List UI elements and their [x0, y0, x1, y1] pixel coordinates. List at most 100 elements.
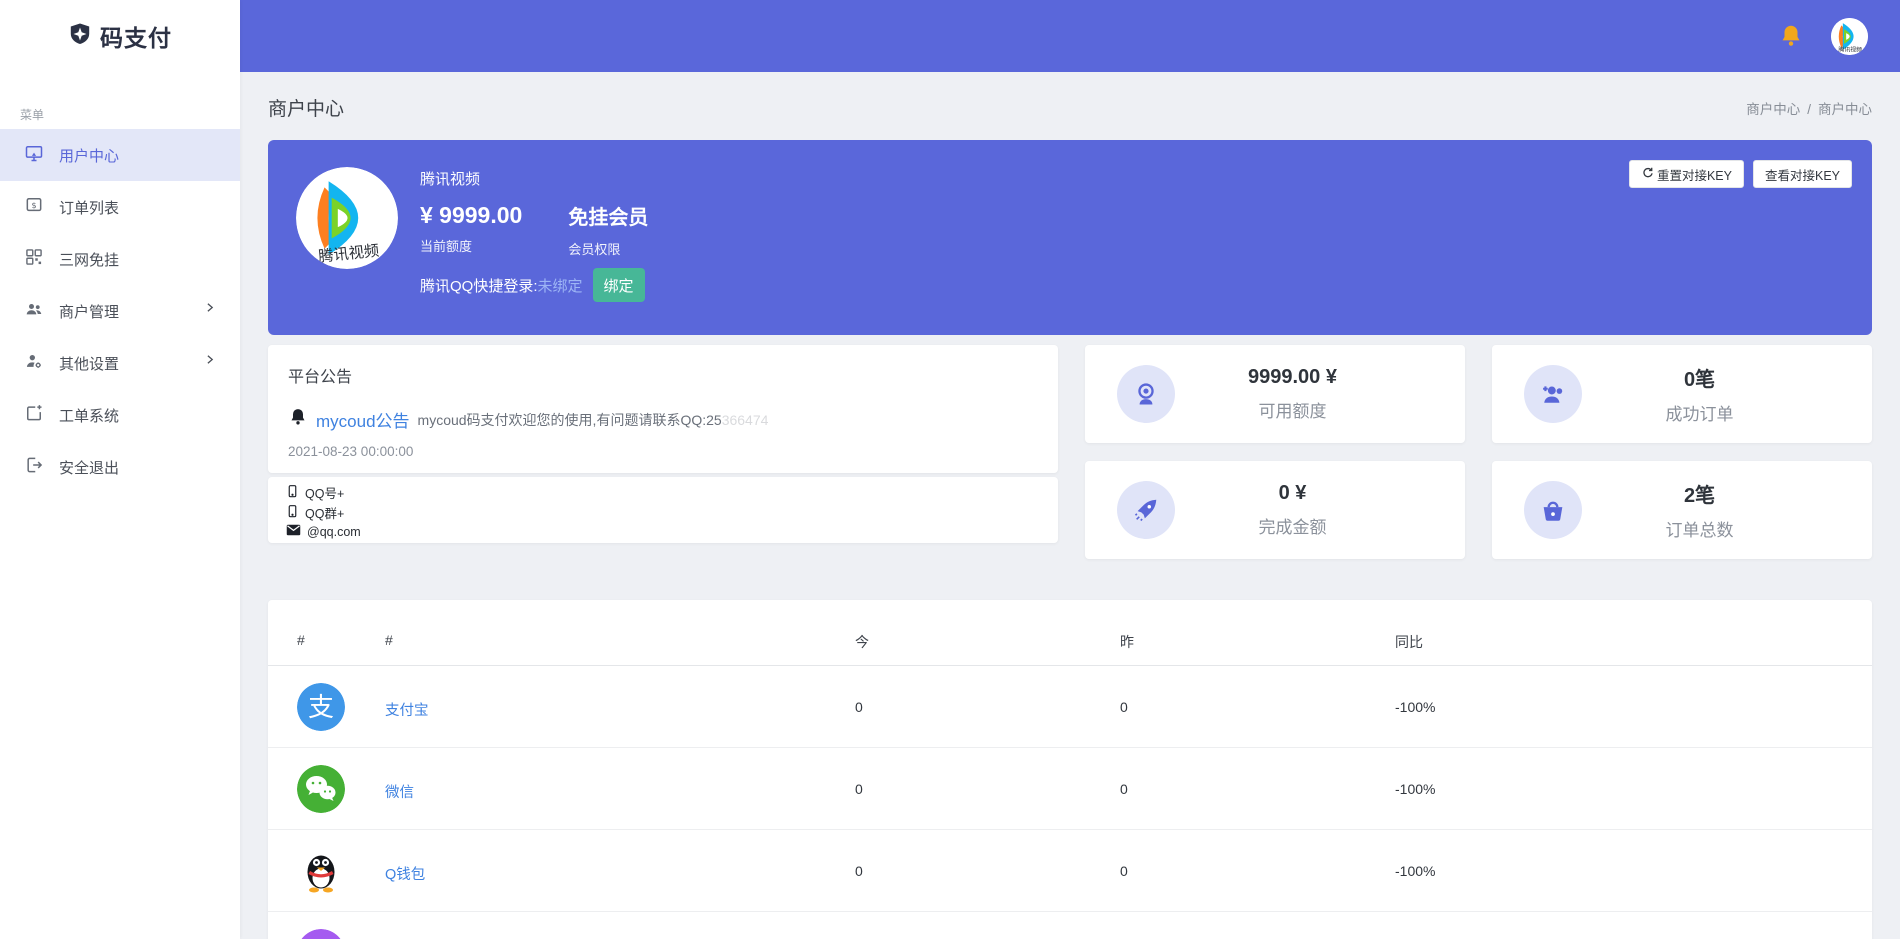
sidebar-item-user-center[interactable]: 用户中心: [0, 129, 240, 181]
sidebar-item-label: 用户中心: [59, 145, 119, 166]
shield-star-icon: [68, 22, 92, 51]
sidebar-item-logout[interactable]: 安全退出: [0, 441, 240, 493]
stat-value: 2笔: [1582, 479, 1817, 508]
sidebar-item-order-list[interactable]: $ 订单列表: [0, 181, 240, 233]
sidebar-item-label: 安全退出: [59, 457, 119, 478]
qr-code-icon: [24, 247, 44, 271]
announcement-link[interactable]: mycoud公告: [316, 407, 410, 432]
stat-value: 0笔: [1582, 363, 1817, 392]
alipay-icon: 支: [297, 683, 345, 731]
logout-icon: [24, 455, 44, 479]
quota-label: 当前额度: [420, 236, 522, 255]
tenpay-icon: [297, 929, 345, 939]
basket-icon: [1524, 481, 1582, 539]
chevron-right-icon: [203, 353, 216, 370]
sidebar-item-three-network[interactable]: 三网免挂: [0, 233, 240, 285]
sidebar: 码支付 菜单 用户中心 $ 订单列表 三网免挂 商户管理 其他设置 工单系统 安…: [0, 0, 240, 939]
stat-label: 成功订单: [1582, 400, 1817, 425]
sidebar-item-ticket-system[interactable]: 工单系统: [0, 389, 240, 441]
ratio-value: -100%: [1395, 781, 1435, 797]
breadcrumb: 商户中心 / 商户中心: [1746, 98, 1872, 118]
contact-card: QQ号+ QQ群+ @qq.com: [268, 477, 1058, 543]
member-label: 会员权限: [568, 239, 648, 258]
yesterday-value: 0: [1120, 699, 1128, 715]
ticket-plus-icon: [24, 403, 44, 427]
sidebar-item-label: 三网免挂: [59, 249, 119, 270]
quota-value: ¥ 9999.00: [420, 202, 522, 228]
announcement-bell-icon: [288, 407, 308, 432]
svg-text:支: 支: [308, 693, 334, 723]
contact-email[interactable]: @qq.com: [286, 524, 1040, 541]
table-header: 同比: [1395, 632, 1423, 652]
stat-value: 0 ¥: [1175, 482, 1410, 505]
rocket-icon: [1117, 481, 1175, 539]
announcement-timestamp: 2021-08-23 00:00:00: [288, 444, 1038, 459]
banner-member: 免挂会员 会员权限: [568, 202, 648, 258]
notifications-bell-icon[interactable]: [1778, 23, 1804, 49]
table-header-row: # # 今 昨 同比: [268, 600, 1872, 666]
stat-card-total-orders: 2笔 订单总数: [1492, 461, 1872, 559]
banner-app-name: 腾讯视频: [420, 168, 480, 189]
reset-key-button[interactable]: 重置对接KEY: [1629, 160, 1744, 188]
breadcrumb-separator: /: [1807, 102, 1811, 117]
table-header: #: [297, 632, 305, 648]
qq-login-status[interactable]: 未绑定: [538, 275, 583, 296]
view-key-button[interactable]: 查看对接KEY: [1753, 160, 1852, 188]
table-row-qwallet[interactable]: Q钱包 0 0 -100%: [268, 830, 1872, 912]
bind-button[interactable]: 绑定: [593, 268, 645, 302]
announcement-text: mycoud码支付欢迎您的使用,有问题请联系QQ:25366474: [418, 410, 769, 430]
stat-label: 订单总数: [1582, 516, 1817, 541]
today-value: 0: [855, 863, 863, 879]
sidebar-item-label: 工单系统: [59, 405, 119, 426]
banner-quota: ¥ 9999.00 当前额度: [420, 202, 522, 258]
breadcrumb-item[interactable]: 商户中心: [1746, 102, 1800, 117]
channel-link[interactable]: Q钱包: [385, 863, 425, 884]
table-row-partial[interactable]: [268, 912, 1872, 939]
stat-card-available-quota: 9999.00 ¥ 可用额度: [1085, 345, 1465, 443]
table-header: #: [385, 632, 393, 648]
contact-qq-group[interactable]: QQ群+: [286, 504, 1040, 524]
users-icon: [24, 299, 44, 323]
sidebar-item-label: 其他设置: [59, 353, 119, 374]
stat-label: 可用额度: [1175, 397, 1410, 422]
user-gear-icon: [24, 351, 44, 375]
monitor-icon: [24, 143, 44, 167]
mail-icon: [286, 524, 301, 541]
order-doc-icon: $: [24, 195, 44, 219]
merchant-banner: 腾讯视频 腾讯视频 ¥ 9999.00 当前额度 免挂会员 会员权限 腾讯QQ快…: [268, 140, 1872, 335]
sidebar-item-label: 商户管理: [59, 301, 119, 322]
brand-logo: 码支付: [0, 0, 240, 72]
announcement-faded-qq: 366474: [722, 412, 769, 428]
today-value: 0: [855, 781, 863, 797]
table-header: 昨: [1120, 632, 1134, 652]
sidebar-item-other-settings[interactable]: 其他设置: [0, 337, 240, 389]
qq-penguin-icon: [297, 847, 345, 895]
user-avatar[interactable]: 腾讯视频: [1831, 18, 1868, 55]
sidebar-item-label: 订单列表: [59, 197, 119, 218]
stat-card-successful-orders: 0笔 成功订单: [1492, 345, 1872, 443]
today-value: 0: [855, 699, 863, 715]
page-title: 商户中心: [268, 94, 344, 121]
svg-text:$: $: [31, 200, 36, 210]
contact-qq-number[interactable]: QQ号+: [286, 484, 1040, 504]
table-row-wechat[interactable]: 微信 0 0 -100%: [268, 748, 1872, 830]
phone-icon: [286, 484, 299, 504]
yesterday-value: 0: [1120, 863, 1128, 879]
menu-section-label: 菜单: [20, 106, 240, 123]
ratio-value: -100%: [1395, 863, 1435, 879]
sidebar-item-merchant-management[interactable]: 商户管理: [0, 285, 240, 337]
tencent-video-logo: 腾讯视频: [296, 167, 398, 269]
ratio-value: -100%: [1395, 699, 1435, 715]
user-plus-icon: [1524, 365, 1582, 423]
channel-link[interactable]: 微信: [385, 781, 414, 802]
table-header: 今: [855, 632, 869, 652]
table-row-alipay[interactable]: 支 支付宝 0 0 -100%: [268, 666, 1872, 748]
topbar: 腾讯视频: [240, 0, 1900, 72]
qq-login-label: 腾讯QQ快捷登录:: [420, 275, 538, 296]
channel-link[interactable]: 支付宝: [385, 699, 429, 720]
announcement-title: 平台公告: [288, 363, 1038, 387]
channels-table: # # 今 昨 同比 支 支付宝 0 0 -100% 微信 0 0 -100% …: [268, 600, 1872, 939]
breadcrumb-item[interactable]: 商户中心: [1818, 102, 1872, 117]
refresh-icon: [1641, 166, 1654, 182]
yesterday-value: 0: [1120, 781, 1128, 797]
